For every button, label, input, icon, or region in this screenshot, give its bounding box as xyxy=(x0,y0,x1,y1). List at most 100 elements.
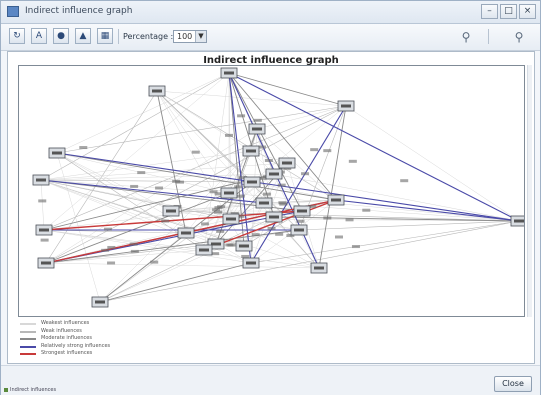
legend-swatch xyxy=(20,345,36,348)
maximize-button[interactable]: □ xyxy=(500,4,517,19)
edge-weight-label xyxy=(253,118,262,122)
graph-node-label xyxy=(226,217,236,221)
graph-node-label xyxy=(331,198,341,202)
legend-swatch xyxy=(20,353,36,355)
status-text: Indirect influences xyxy=(10,387,57,393)
graph-panel: Indirect influence graph Weakest influen… xyxy=(7,51,535,364)
print-icon[interactable]: ▦ xyxy=(97,28,113,44)
legend-label: Strongest influences xyxy=(41,350,93,356)
influence-edge xyxy=(99,220,520,303)
legend-item: Relatively strong influences xyxy=(20,343,220,350)
influence-network xyxy=(32,67,524,308)
influence-edge xyxy=(228,72,252,264)
influence-edge xyxy=(99,262,252,303)
close-button[interactable]: Close xyxy=(494,376,532,392)
edge-weight-label xyxy=(212,208,221,212)
influence-graph-canvas[interactable] xyxy=(18,65,525,317)
layout-icon[interactable]: ▲ xyxy=(75,28,91,44)
graph-node-label xyxy=(52,151,62,155)
edge-weight-label xyxy=(278,201,287,205)
settings-icon[interactable]: ● xyxy=(53,28,69,44)
edge-weight-label xyxy=(150,260,159,264)
edge-weight-label xyxy=(38,199,47,203)
graph-node-label xyxy=(247,180,257,184)
edge-weight-label xyxy=(107,245,116,249)
edge-weight-label xyxy=(155,186,164,190)
window-title: Indirect influence graph xyxy=(25,6,133,16)
edge-weight-label xyxy=(348,159,357,163)
edge-weight-label xyxy=(236,194,245,198)
edge-weight-label xyxy=(40,238,49,242)
edge-weight-label xyxy=(191,150,200,154)
influence-edge xyxy=(228,72,347,107)
graph-node-label xyxy=(294,228,304,232)
edge-weight-label xyxy=(225,133,233,137)
influence-edge xyxy=(43,72,230,231)
graph-node-label xyxy=(514,219,524,223)
zoom-out-icon[interactable]: ⚲ xyxy=(509,29,529,45)
influence-edge xyxy=(56,105,347,154)
edge-weight-label xyxy=(323,149,332,153)
toolbar-separator xyxy=(118,29,119,44)
legend-label: Weakest influences xyxy=(41,320,90,326)
edge-weight-label xyxy=(351,245,360,249)
percentage-value: 100 xyxy=(177,32,193,41)
graph-node-label xyxy=(269,172,279,176)
edge-weight-label xyxy=(241,254,250,258)
graph-node-label xyxy=(224,71,234,75)
graph-node-label xyxy=(41,261,51,265)
status-bar: Indirect influences Close xyxy=(1,365,540,395)
edge-weight-label xyxy=(217,205,226,209)
influence-graph-window: Indirect influence graph – □ × ↻ A ● ▲ ▦… xyxy=(0,0,541,395)
influence-edge xyxy=(273,173,520,222)
export-icon[interactable]: A xyxy=(31,28,47,44)
percentage-select[interactable]: 100 ▼ xyxy=(173,30,207,43)
graph-node-label xyxy=(239,244,249,248)
status-icon xyxy=(4,388,8,392)
edge-weight-label xyxy=(227,243,236,247)
legend-item: Strongest influences xyxy=(20,350,220,357)
influence-edge xyxy=(156,90,347,107)
edge-weight-label xyxy=(209,190,218,194)
edge-weight-label xyxy=(362,208,371,212)
graph-node-label xyxy=(297,209,307,213)
influence-edge xyxy=(40,179,45,231)
edge-weight-label xyxy=(107,261,116,265)
minimize-button[interactable]: – xyxy=(481,4,498,19)
graph-node-label xyxy=(211,242,221,246)
edge-weight-label xyxy=(334,235,343,239)
edge-weight-label xyxy=(101,248,110,252)
toolbar: ↻ A ● ▲ ▦ Percentage : 100 ▼ ⚲ ⚲ xyxy=(1,24,540,51)
zoom-in-icon[interactable]: ⚲ xyxy=(456,29,476,45)
legend-item: Weak influences xyxy=(20,328,220,335)
edge-weight-label xyxy=(263,192,272,196)
graph-node-label xyxy=(259,201,269,205)
legend-label: Relatively strong influences xyxy=(41,342,111,349)
edge-weight-label xyxy=(103,227,112,231)
app-icon xyxy=(7,6,19,17)
refresh-icon[interactable]: ↻ xyxy=(9,28,25,44)
edge-weight-label xyxy=(129,242,138,246)
edge-weight-label xyxy=(275,232,284,236)
vertical-scrollbar[interactable] xyxy=(527,65,532,317)
edge-weight-label xyxy=(296,219,305,223)
edge-weight-label xyxy=(345,218,354,222)
edge-weight-label xyxy=(130,249,139,253)
edge-weight-label xyxy=(79,146,88,150)
edge-weight-label xyxy=(277,183,286,187)
percentage-label: Percentage : xyxy=(123,32,174,41)
chevron-down-icon[interactable]: ▼ xyxy=(195,31,206,42)
edge-weight-label xyxy=(216,229,225,233)
edge-weight-label xyxy=(400,179,409,183)
close-window-button[interactable]: × xyxy=(519,4,536,19)
legend-swatch xyxy=(20,338,36,340)
influence-edge xyxy=(298,220,520,231)
graph-node-label xyxy=(95,300,105,304)
graph-node-label xyxy=(246,261,256,265)
title-bar[interactable]: Indirect influence graph – □ × xyxy=(1,1,540,24)
graph-node-label xyxy=(269,215,279,219)
legend-label: Moderate influences xyxy=(41,335,92,341)
edge-weight-label xyxy=(137,171,146,175)
edge-weight-label xyxy=(267,226,276,230)
edge-weight-label xyxy=(130,184,139,188)
